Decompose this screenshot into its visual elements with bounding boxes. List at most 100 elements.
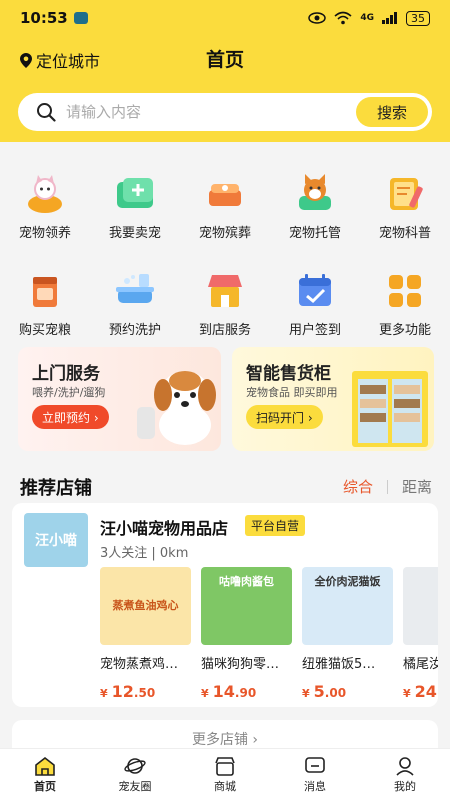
product-image-text: 咕噜肉酱包 [219, 575, 274, 588]
sell-pet-icon [113, 172, 157, 216]
tab-label: 首页 [34, 779, 56, 793]
store-logo: 汪小喵 [24, 513, 88, 567]
store-meta: 3人关注 | 0km [100, 546, 189, 561]
status-bar: 10:53 4G 35 [0, 0, 450, 36]
product-price: ¥24.9 [403, 682, 438, 701]
bottom-tab-bar: 首页 宠友圈 商城 消息 我的 [0, 748, 450, 800]
home-service-banner[interactable]: 上门服务 喂养/洗护/遛狗 立即预约 › [18, 347, 221, 451]
tab-profile[interactable]: 我的 [360, 749, 450, 800]
search-icon [37, 103, 56, 122]
product-image-text: 全价肉泥猫饭 [314, 575, 381, 588]
store-name: 汪小喵宠物用品店 [100, 519, 229, 538]
section-title: 推荐店铺 [20, 478, 92, 499]
grid-item-more[interactable]: 更多功能 [360, 269, 450, 338]
vending-cabinet-icon [352, 371, 428, 447]
tab-pet-circle[interactable]: 宠友圈 [90, 749, 180, 800]
message-notification-icon [73, 12, 88, 24]
pet-boarding-icon [293, 172, 337, 216]
home-icon [35, 756, 55, 776]
product-name: 猫咪狗狗零… [201, 657, 280, 672]
tab-shop[interactable]: 商城 [180, 749, 270, 800]
vending-cabinet-banner[interactable]: 智能售货柜 宠物食品 即买即用 扫码开门 › [232, 347, 434, 451]
banner-title: 智能售货柜 [246, 364, 331, 384]
banner-subtitle: 宠物食品 即买即用 [246, 386, 338, 399]
grid-item-label: 更多功能 [378, 323, 431, 338]
grid-item-science[interactable]: 宠物科普 [360, 172, 450, 241]
grid-item-label: 宠物殡葬 [198, 226, 251, 241]
price-decimal: .00 [324, 686, 347, 700]
price-decimal: .50 [133, 686, 156, 700]
product-name: 宠物蒸煮鸡… [100, 657, 179, 672]
product-image [403, 567, 438, 645]
tab-label: 宠友圈 [118, 779, 152, 793]
grid-item-boarding[interactable]: 宠物托管 [270, 172, 360, 241]
pet-science-icon [383, 172, 427, 216]
grid-item-label: 用户签到 [288, 323, 341, 338]
product-list: 蒸煮鱼油鸡心 宠物蒸煮鸡… ¥12.50 咕噜肉酱包 猫咪狗狗零… ¥14.90… [100, 567, 438, 701]
grid-item-label: 预约洗护 [108, 323, 161, 338]
grid-item-adopt[interactable]: 宠物领养 [0, 172, 90, 241]
header: 10:53 4G 35 首页 定位城市 搜索 [0, 0, 450, 142]
book-now-button[interactable]: 立即预约 › [32, 405, 109, 429]
user-icon [396, 756, 414, 776]
shop-icon [215, 756, 235, 776]
cat-adopt-icon [23, 172, 67, 216]
grid-item-label: 我要卖宠 [108, 226, 161, 241]
product-item[interactable]: 蒸煮鱼油鸡心 宠物蒸煮鸡… ¥12.50 [100, 567, 191, 701]
location-label: 定位城市 [36, 52, 101, 71]
product-image: 咕噜肉酱包 [201, 567, 292, 645]
scan-open-button[interactable]: 扫码开门 › [246, 405, 323, 429]
sort-distance-tab[interactable]: 距离 [402, 476, 432, 497]
currency-symbol: ¥ [100, 687, 108, 700]
search-button[interactable]: 搜索 [356, 97, 428, 127]
product-image-text: 蒸煮鱼油鸡心 [112, 599, 179, 612]
tab-label: 我的 [394, 779, 416, 793]
battery-indicator: 35 [406, 10, 430, 26]
location-selector[interactable]: 定位城市 [20, 48, 100, 72]
currency-symbol: ¥ [302, 687, 310, 700]
grid-item-sell[interactable]: 我要卖宠 [90, 172, 180, 241]
product-price: ¥5.00 [302, 682, 393, 701]
price-integer: 14 [212, 682, 235, 701]
product-item[interactable]: 全价肉泥猫饭 纽雅猫饭5… ¥5.00 [302, 567, 393, 701]
product-price: ¥12.50 [100, 682, 191, 701]
product-price: ¥14.90 [201, 682, 292, 701]
grid-item-label: 购买宠粮 [18, 323, 71, 338]
tab-home[interactable]: 首页 [0, 749, 90, 800]
banner-subtitle: 喂养/洗护/遛狗 [32, 386, 106, 399]
grid-item-label: 宠物科普 [378, 226, 431, 241]
more-grid-icon [383, 269, 427, 313]
top-bar: 首页 定位城市 [0, 40, 450, 78]
bath-icon [113, 269, 157, 313]
product-item[interactable]: 橘尾汝 ¥24.9 [403, 567, 438, 701]
grid-item-label: 宠物领养 [18, 226, 71, 241]
divider [386, 479, 388, 494]
product-image: 蒸煮鱼油鸡心 [100, 567, 191, 645]
wifi-icon [334, 11, 352, 25]
eye-icon [308, 12, 327, 24]
tab-messages[interactable]: 消息 [270, 749, 360, 800]
grid-item-bath[interactable]: 预约洗护 [90, 269, 180, 338]
currency-symbol: ¥ [201, 687, 209, 700]
grid-item-food[interactable]: 购买宠粮 [0, 269, 90, 338]
store-card[interactable]: 汪小喵 汪小喵宠物用品店 平台自营 3人关注 | 0km 蒸煮鱼油鸡心 宠物蒸煮… [12, 503, 438, 707]
grid-item-checkin[interactable]: 用户签到 [270, 269, 360, 338]
store-icon [203, 269, 247, 313]
product-item[interactable]: 咕噜肉酱包 猫咪狗狗零… ¥14.90 [201, 567, 292, 701]
planet-icon [124, 757, 146, 774]
sort-options: 综合 距离 [343, 476, 432, 497]
search-bar: 搜索 [18, 93, 432, 131]
sort-default-tab[interactable]: 综合 [343, 476, 373, 497]
pet-food-icon [23, 269, 67, 313]
status-time: 10:53 [20, 9, 68, 27]
network-type: 4G [360, 13, 374, 23]
price-integer: 12 [111, 682, 134, 701]
grid-item-funeral[interactable]: 宠物殡葬 [180, 172, 270, 241]
grid-item-label: 宠物托管 [288, 226, 341, 241]
price-integer: 5 [313, 682, 325, 701]
location-pin-icon [20, 52, 32, 68]
price-decimal: .90 [234, 686, 257, 700]
search-input[interactable] [66, 103, 336, 121]
grid-item-instore[interactable]: 到店服务 [180, 269, 270, 338]
currency-symbol: ¥ [403, 687, 411, 700]
